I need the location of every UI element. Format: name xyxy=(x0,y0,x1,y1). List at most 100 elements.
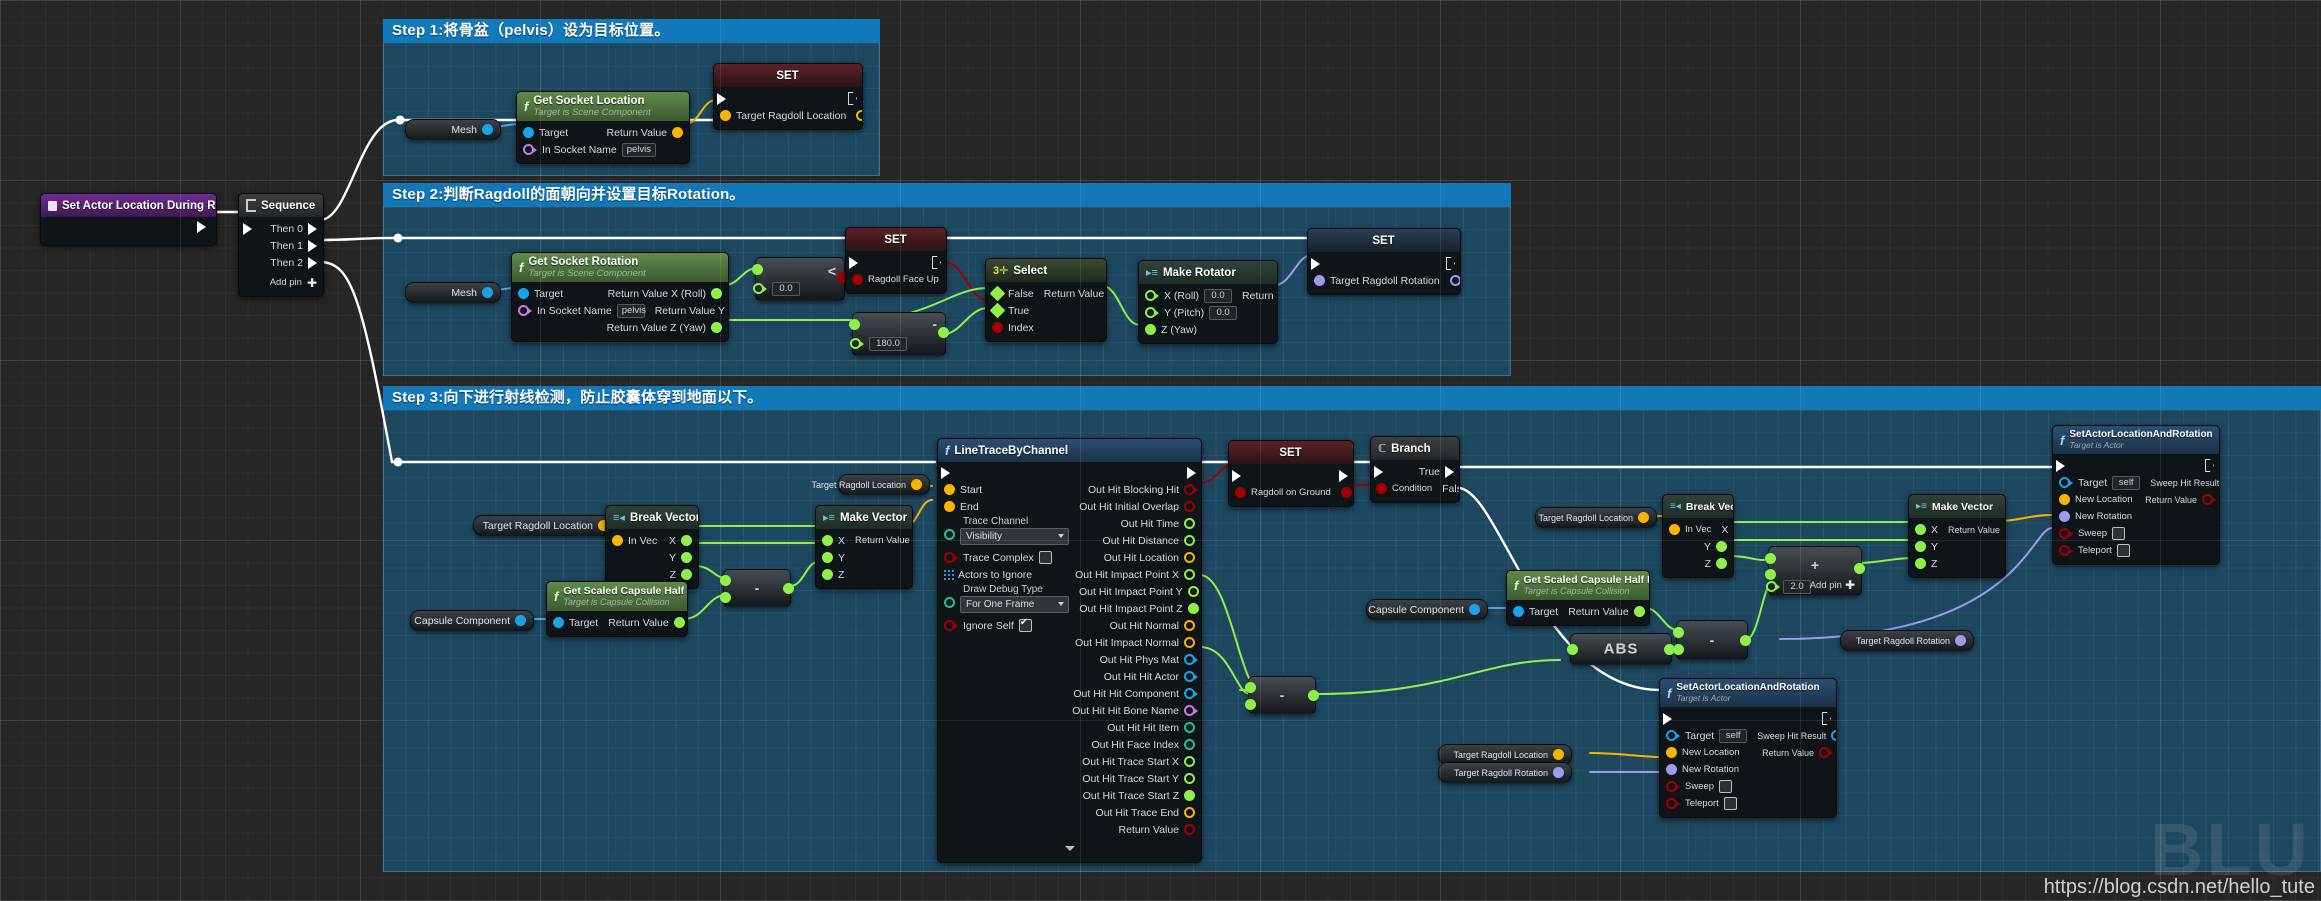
target-in-pin[interactable] xyxy=(518,288,529,299)
abs-out-pin[interactable] xyxy=(1664,644,1675,655)
target-value[interactable]: self xyxy=(1719,728,1748,743)
exec-out-pin[interactable] xyxy=(848,92,857,105)
false-in-pin[interactable] xyxy=(989,285,1006,302)
ragdoll-on-ground-in-pin[interactable] xyxy=(1235,487,1246,498)
exec-in-pin[interactable] xyxy=(1232,469,1241,482)
row-out-hit-trace-start-y[interactable]: Out Hit Trace Start Y xyxy=(938,770,1201,787)
sequence-exec-in-row[interactable]: Then 0 xyxy=(239,220,323,237)
array-pin-icon[interactable] xyxy=(944,570,954,580)
y-in-pin[interactable] xyxy=(1915,541,1926,552)
node-set-target-ragdoll-location[interactable]: SET Target Ragdoll Location xyxy=(713,63,863,130)
compare-in-a-pin[interactable] xyxy=(752,264,763,275)
pill-target-ragdoll-location-c[interactable]: Target Ragdoll Location xyxy=(1535,507,1657,528)
target-ragdoll-location-in-pin[interactable] xyxy=(720,110,731,121)
ignore-self-checkbox[interactable] xyxy=(1018,617,1032,632)
add-pin-control[interactable]: Add pin ✚ xyxy=(1810,578,1855,592)
pin[interactable] xyxy=(1184,637,1195,648)
node-make-rotator[interactable]: ▸≡ Make Rotator X (Roll) 0.0 Return Valu… xyxy=(1138,260,1278,344)
row-target[interactable]: Target Return Value xyxy=(517,124,689,141)
socket-name-in-pin[interactable] xyxy=(523,144,537,155)
x-in-pin[interactable] xyxy=(822,535,833,546)
pill-capsule-component-b[interactable]: Capsule Component xyxy=(1366,599,1488,620)
row-z[interactable]: Z xyxy=(606,566,698,583)
row-ignore-self[interactable]: Ignore Self Out Hit Normal xyxy=(938,617,1201,634)
node-set-target-ragdoll-rotation[interactable]: SET Target Ragdoll Rotation xyxy=(1307,228,1461,295)
teleport-in-pin[interactable] xyxy=(2059,545,2073,556)
exec-in-pin[interactable] xyxy=(2056,459,2065,472)
node-get-scaled-capsule-half-height-a[interactable]: f Get Scaled Capsule Half Height Target … xyxy=(546,581,688,637)
row-actors-to-ignore[interactable]: Actors to Ignore Out Hit Impact Point X xyxy=(938,566,1201,583)
return-value-z-pin[interactable] xyxy=(711,322,722,333)
row-x[interactable]: X Return Value xyxy=(816,532,912,549)
row-trace-complex[interactable]: Trace Complex Out Hit Location xyxy=(938,549,1201,566)
x-out-pin[interactable] xyxy=(681,535,692,546)
pin[interactable] xyxy=(1184,773,1195,784)
row-sweep[interactable]: Sweep xyxy=(1660,778,1836,795)
node-set-actor-location-and-rotation-b[interactable]: f SetActorLocationAndRotation Target is … xyxy=(1659,678,1837,818)
exec-in-pin[interactable] xyxy=(1374,465,1383,478)
row-collapse[interactable] xyxy=(938,838,1201,857)
node-sequence[interactable]: Sequence Then 0 Then 1 Then 2 Add pin ✚ xyxy=(238,193,324,297)
exec-out-pin[interactable] xyxy=(1446,257,1455,270)
row-index[interactable]: Index xyxy=(986,319,1106,336)
node-make-vector-a[interactable]: ▸≡ Make Vector X Return Value Y Z xyxy=(815,505,913,589)
node-entry-event[interactable]: Set Actor Location During Ragdoll xyxy=(40,193,217,246)
row-teleport[interactable]: Teleport xyxy=(1660,795,1836,812)
sub-in-b-pin[interactable] xyxy=(1673,644,1684,655)
target-ragdoll-rotation-in-pin[interactable] xyxy=(1314,275,1325,286)
sub-out-pin[interactable] xyxy=(783,583,794,594)
teleport-checkbox[interactable] xyxy=(1723,797,1737,810)
out-hit-distance-pin[interactable] xyxy=(1184,535,1195,546)
target-value[interactable]: self xyxy=(2112,475,2141,490)
set-value-row[interactable]: Ragdoll on Ground xyxy=(1229,484,1353,501)
sub-in-b-pin[interactable] xyxy=(720,592,731,603)
comment-step-3[interactable]: Step 3:向下进行射线检测，防止胶囊体穿到地面以下。 xyxy=(383,386,2321,872)
row-out-hit-impact-normal[interactable]: Out Hit Impact Normal xyxy=(938,634,1201,651)
sweep-in-pin[interactable] xyxy=(2059,528,2073,539)
set-value-row[interactable]: Ragdoll Face Up xyxy=(846,271,946,288)
teleport-in-pin[interactable] xyxy=(1666,798,1680,809)
out-hit-impact-point-y-pin[interactable] xyxy=(1187,586,1199,597)
pill-target-ragdoll-rotation-b[interactable]: Target Ragdoll Rotation xyxy=(1438,762,1572,783)
row-z[interactable]: Z xyxy=(1663,555,1733,572)
out-hit-impact-point-z-pin[interactable] xyxy=(1187,603,1199,614)
row-out-hit-hit-component[interactable]: Out Hit Hit Component xyxy=(938,685,1201,702)
sub-in-a-pin[interactable] xyxy=(849,319,860,330)
node-set-actor-location-and-rotation-a[interactable]: f SetActorLocationAndRotation Target is … xyxy=(2052,425,2220,565)
node-subtract-a[interactable]: - xyxy=(720,569,794,607)
out-hit-location-pin[interactable] xyxy=(1184,552,1195,563)
sweep-hit-result-pin[interactable] xyxy=(1831,730,1836,741)
row-exec[interactable] xyxy=(1660,710,1836,727)
index-in-pin[interactable] xyxy=(992,322,1003,333)
out-pin[interactable] xyxy=(1469,604,1480,615)
in-vec-pin[interactable] xyxy=(1669,524,1680,535)
row-x-roll[interactable]: X (Roll) 0.0 Return Value xyxy=(1139,287,1277,304)
row-out-hit-distance[interactable]: Out Hit Distance xyxy=(1103,531,1195,548)
out-hit-impact-point-x-pin[interactable] xyxy=(1184,569,1195,580)
row-target[interactable]: Target self Sweep Hit Result xyxy=(2053,474,2219,491)
new-rotation-in-pin[interactable] xyxy=(2059,511,2070,522)
out-blocking-hit-pin[interactable] xyxy=(1184,484,1198,495)
compare-in-b-pin[interactable] xyxy=(753,283,767,294)
pin[interactable] xyxy=(1184,739,1195,750)
add-out-pin[interactable] xyxy=(1854,563,1865,574)
set-exec-row[interactable] xyxy=(1308,255,1460,272)
sub-in-b-pin[interactable] xyxy=(1245,699,1256,710)
node-branch[interactable]: ℂ Branch True Condition False xyxy=(1370,436,1460,503)
out-pin[interactable] xyxy=(1553,767,1564,778)
pill-capsule-component-a[interactable]: Capsule Component xyxy=(410,610,534,631)
row-target[interactable]: Target Return Value xyxy=(1507,603,1649,620)
set-value-row[interactable]: Target Ragdoll Rotation xyxy=(1308,272,1460,289)
node-select[interactable]: 3✛ Select False Return Value True Index xyxy=(985,258,1107,342)
exec-out-pin[interactable] xyxy=(2205,459,2214,472)
row-out-hit-hit-item[interactable]: Out Hit Hit Item xyxy=(938,719,1201,736)
pin[interactable] xyxy=(1184,705,1198,716)
node-line-trace-by-channel[interactable]: f LineTraceByChannel Start Out Hit Block… xyxy=(937,438,1202,863)
then-0-pin[interactable] xyxy=(308,222,317,235)
pin[interactable] xyxy=(1184,824,1195,835)
y-pitch-value[interactable]: 0.0 xyxy=(1209,305,1238,320)
row-new-rotation[interactable]: New Rotation xyxy=(2053,508,2219,525)
socket-name-in-pin[interactable] xyxy=(518,305,532,316)
sequence-add-pin-row[interactable]: Add pin ✚ xyxy=(239,271,323,291)
y-out-pin[interactable] xyxy=(681,552,692,563)
